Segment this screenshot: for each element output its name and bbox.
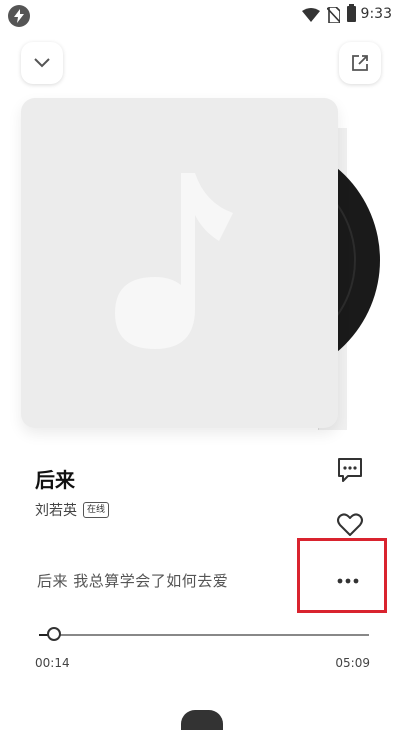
song-title: 后来 [35,468,75,492]
online-badge: 在线 [83,502,110,518]
current-time: 00:14 [35,656,70,670]
play-button[interactable] [181,710,223,730]
music-note-icon [114,173,233,349]
comment-button[interactable] [336,456,364,484]
more-dots-icon [337,578,359,584]
album-cover[interactable] [21,98,338,428]
status-time: 9:33 [360,6,392,22]
more-button[interactable] [333,566,363,596]
artist-row[interactable]: 刘若英 在线 [35,500,110,520]
comment-icon [338,458,362,482]
heart-icon [337,513,363,536]
flash-icon [8,5,30,27]
battery-icon [347,4,356,22]
favorite-button[interactable] [336,511,364,539]
share-external-icon [352,55,368,71]
progress-thumb[interactable] [47,627,61,641]
chevron-down-icon [34,58,50,68]
total-time: 05:09 [335,656,370,670]
collapse-button[interactable] [21,42,63,84]
artist-name[interactable]: 刘若英 [35,500,77,520]
no-sim-icon [326,6,341,27]
wifi-icon [302,7,320,26]
progress-track[interactable] [39,634,369,636]
share-button[interactable] [339,42,381,84]
current-lyric: 后来 我总算学会了如何去爱 [37,572,229,590]
status-bar: 9:33 [0,0,404,32]
